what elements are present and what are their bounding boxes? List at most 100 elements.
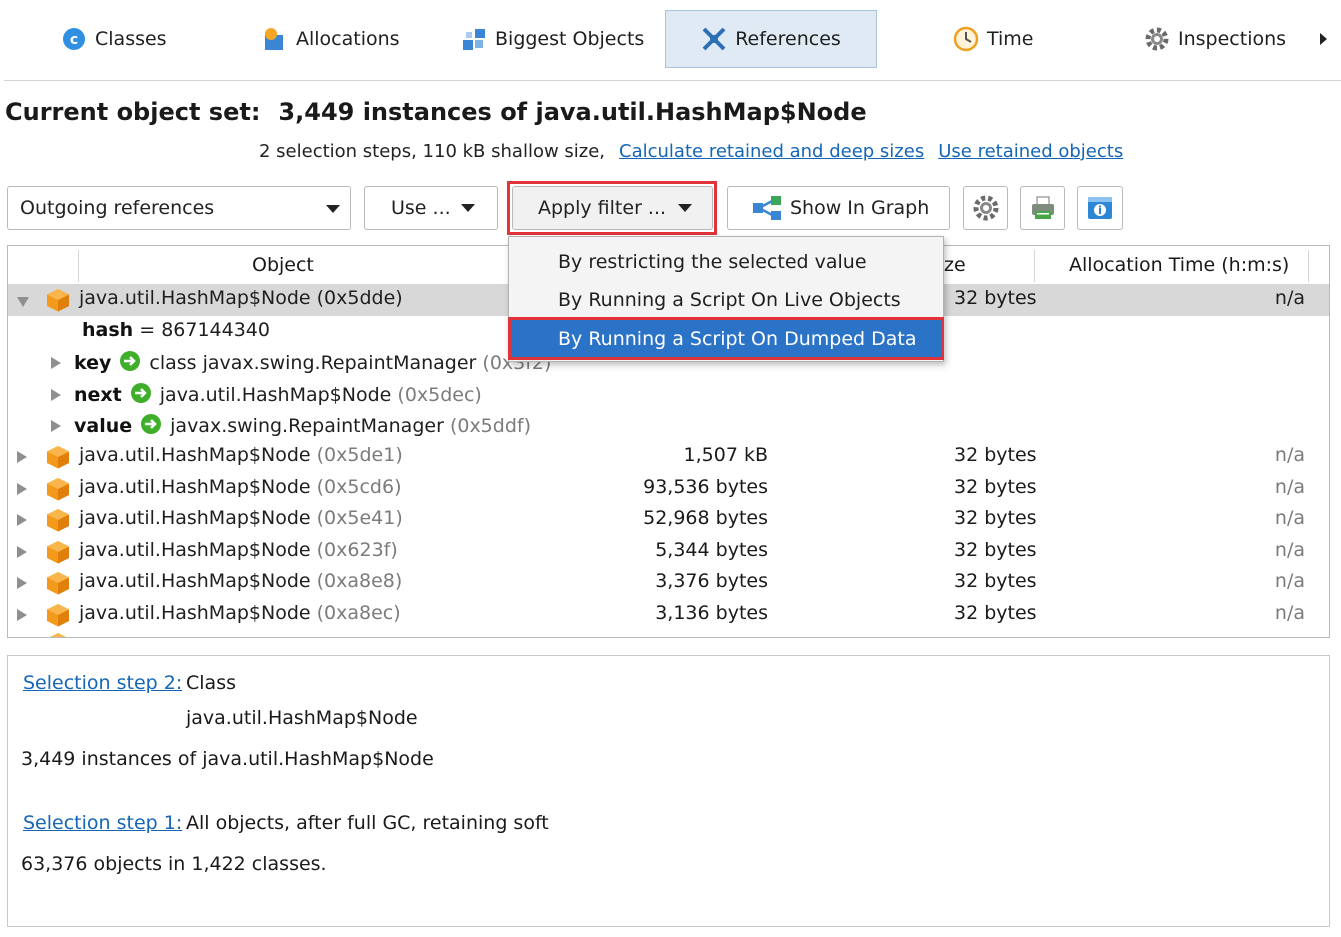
allocations-icon — [262, 26, 288, 52]
current-object-set-label: Current object set: — [5, 98, 261, 126]
reference-row-next[interactable]: next java.util.HashMap$Node (0x5dec) — [8, 379, 1329, 411]
column-header-object[interactable]: Object — [252, 254, 314, 276]
field-name: value — [74, 415, 133, 437]
reference-row-value[interactable]: value javax.swing.RepaintManager (0x5ddf) — [8, 410, 1329, 442]
object-name: java.util.HashMap$Node (0x5cd6) — [79, 476, 401, 498]
allocation-time: n/a — [1274, 539, 1305, 561]
allocation-time: n/a — [1274, 570, 1305, 592]
object-address: (0x623f) — [316, 539, 398, 561]
table-row[interactable]: java.util.HashMap$Node (0x5cd6) 93,536 b… — [8, 473, 1329, 505]
object-name: java.util.HashMap$Node (0x5dde) — [79, 287, 403, 309]
expand-arrow-icon[interactable] — [17, 609, 27, 621]
svg-text:c: c — [70, 32, 78, 48]
tab-classes[interactable]: c Classes — [61, 10, 167, 68]
show-in-graph-button[interactable]: Show In Graph — [727, 186, 950, 230]
object-address: (0xa8ec) — [316, 602, 401, 624]
object-instance-icon — [47, 478, 69, 501]
field-name: key — [74, 352, 112, 374]
collapse-arrow-icon[interactable] — [17, 297, 29, 307]
menu-item-restrict-selected-value[interactable]: By restricting the selected value — [509, 243, 943, 281]
retained-size: 52,968 bytes — [643, 507, 768, 529]
object-instance-icon — [50, 633, 66, 637]
show-in-graph-label: Show In Graph — [790, 197, 930, 219]
expand-arrow-icon[interactable] — [51, 389, 61, 401]
expand-arrow-icon[interactable] — [51, 357, 61, 369]
tab-inspections[interactable]: Inspections — [1144, 10, 1286, 68]
selection-steps-pane: Selection step 2: Class java.util.HashMa… — [7, 655, 1330, 927]
clock-icon — [953, 26, 979, 52]
shallow-size: 32 bytes — [954, 539, 1037, 561]
table-row[interactable]: java.util.HashMap$Node (0x5e41) 52,968 b… — [8, 504, 1329, 536]
view-mode-select[interactable]: Outgoing references — [7, 186, 351, 230]
expand-arrow-icon[interactable] — [17, 577, 27, 589]
object-instance-icon — [47, 509, 69, 532]
table-row[interactable]: java.util.HashMap$Node (0x5de1) 1,507 kB… — [8, 441, 1329, 473]
expand-arrow-icon[interactable] — [17, 514, 27, 526]
expand-arrow-icon[interactable] — [17, 546, 27, 558]
menu-item-script-live-objects[interactable]: By Running a Script On Live Objects — [509, 281, 943, 319]
tab-time[interactable]: Time — [953, 10, 1034, 68]
view-mode-value: Outgoing references — [20, 197, 215, 219]
object-instance-icon — [47, 289, 69, 312]
settings-button[interactable] — [963, 186, 1008, 230]
tab-references[interactable]: References — [665, 10, 877, 68]
class-name: java.util.HashMap$Node — [79, 444, 311, 466]
column-separator — [1034, 250, 1035, 282]
retained-size: 3,376 bytes — [655, 570, 768, 592]
object-instance-icon — [47, 604, 69, 627]
tab-divider — [4, 80, 1341, 81]
object-address: (0x5e41) — [316, 507, 403, 529]
column-separator — [78, 250, 79, 282]
use-dropdown-button[interactable]: Use ... — [364, 186, 498, 230]
column-header-shallow-size[interactable]: ze — [944, 254, 966, 276]
view-tab-bar: c Classes Allocations Biggest Objects Re… — [0, 0, 1341, 82]
graph-icon — [752, 195, 782, 221]
tab-label: Inspections — [1178, 28, 1287, 50]
tab-label: Biggest Objects — [495, 28, 645, 50]
use-label: Use ... — [391, 197, 451, 219]
help-button[interactable] — [1077, 186, 1123, 230]
object-address: (0xa8e8) — [316, 570, 403, 592]
tab-overflow-arrow-icon[interactable] — [1320, 33, 1327, 45]
class-name: java.util.HashMap$Node — [79, 539, 311, 561]
reference-entry: next java.util.HashMap$Node (0x5dec) — [74, 382, 482, 406]
reference-entry: key class javax.swing.RepaintManager (0x3… — [74, 350, 551, 374]
retained-size: 93,536 bytes — [643, 476, 768, 498]
expand-arrow-icon[interactable] — [51, 420, 61, 432]
table-row[interactable]: java.util.HashMap$Node (0xa8e8) 3,376 by… — [8, 567, 1329, 599]
gear-icon — [972, 194, 1000, 222]
references-icon — [701, 26, 727, 52]
retained-size: 3,136 bytes — [655, 602, 768, 624]
selection-step-2-link[interactable]: Selection step 2: — [23, 672, 182, 694]
expand-arrow-icon[interactable] — [17, 483, 27, 495]
tab-allocations[interactable]: Allocations — [262, 10, 400, 68]
reference-arrow-icon — [141, 414, 162, 434]
selection-step-2-class: java.util.HashMap$Node — [186, 707, 418, 729]
expand-arrow-icon[interactable] — [17, 451, 27, 463]
printer-icon — [1029, 194, 1057, 222]
object-address: (0x5de1) — [316, 444, 403, 466]
column-header-allocation-time[interactable]: Allocation Time (h:m:s) — [1069, 254, 1289, 276]
object-name: java.util.HashMap$Node (0x623f) — [79, 539, 398, 561]
tab-label: Allocations — [296, 28, 400, 50]
object-name: java.util.HashMap$Node (0xa8ec) — [79, 602, 401, 624]
reference-name: java.util.HashMap$Node — [159, 384, 392, 406]
selection-step-1-link[interactable]: Selection step 1: — [23, 812, 182, 834]
tab-biggest-objects[interactable]: Biggest Objects — [461, 10, 644, 68]
class-name: java.util.HashMap$Node — [79, 507, 311, 529]
reference-address: (0x5ddf) — [449, 415, 531, 437]
calculate-sizes-link[interactable]: Calculate retained and deep sizes — [619, 141, 924, 162]
reference-name: javax.swing.RepaintManager — [170, 415, 444, 437]
table-row[interactable]: java.util.HashMap$Node (0x623f) 5,344 by… — [8, 536, 1329, 568]
apply-filter-highlight — [507, 181, 717, 235]
table-row[interactable]: java.util.HashMap$Node (0xa8ec) 3,136 by… — [8, 599, 1329, 631]
reference-arrow-icon — [120, 351, 141, 371]
current-object-set-title: Current object set: 3,449 instances of ja… — [5, 98, 867, 126]
object-name: java.util.HashMap$Node (0x5e41) — [79, 507, 403, 529]
use-retained-objects-link[interactable]: Use retained objects — [938, 141, 1123, 162]
tab-label: References — [735, 28, 841, 50]
print-button[interactable] — [1020, 186, 1065, 230]
field-name: hash — [82, 319, 134, 341]
biggest-objects-icon — [461, 26, 487, 52]
chevron-down-icon — [460, 204, 475, 212]
